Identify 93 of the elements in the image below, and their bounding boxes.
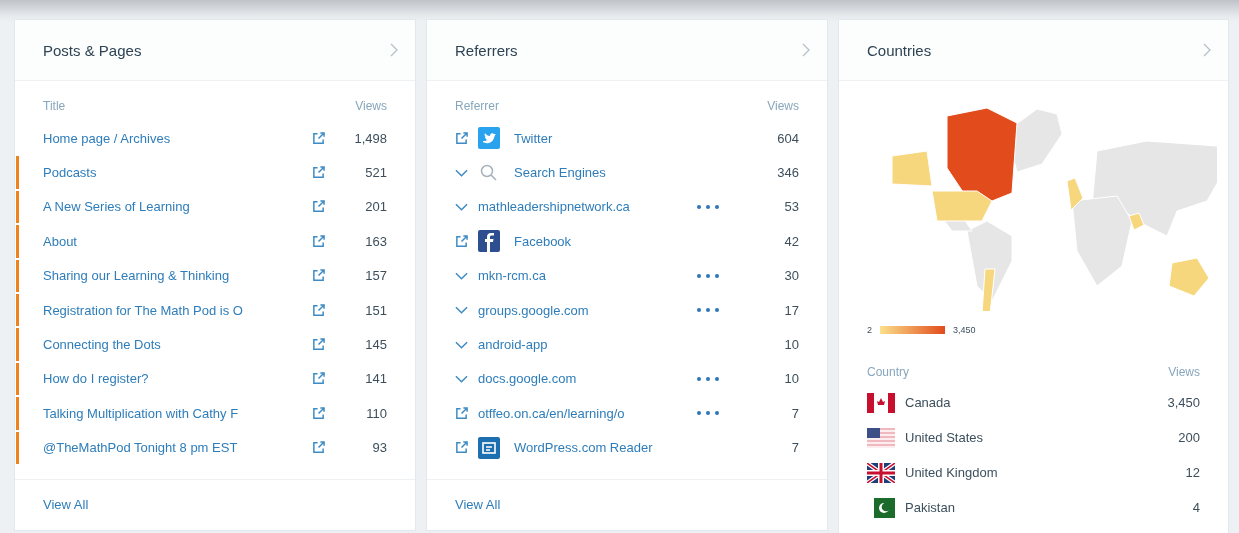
bird-logo-icon	[478, 127, 500, 150]
external-link-icon[interactable]	[312, 406, 325, 420]
card-title: Posts & Pages	[43, 41, 142, 59]
view-count: 346	[776, 165, 799, 181]
view-count: 604	[776, 130, 799, 146]
post-link[interactable]: Connecting the Dots	[43, 337, 302, 353]
view-count: 7	[790, 405, 799, 421]
post-link[interactable]: Registration for The Math Pod is O	[43, 302, 302, 318]
referrer-link[interactable]: groups.google.com	[478, 302, 589, 318]
post-link[interactable]: Podcasts	[43, 165, 302, 181]
legend-max: 3,450	[953, 325, 976, 335]
country-name: United States	[905, 430, 984, 445]
view-count: 30	[783, 268, 799, 284]
view-count: 12	[1184, 465, 1200, 480]
legend-min: 2	[867, 325, 872, 335]
view-all-link[interactable]: View All	[455, 497, 501, 513]
chevron-down-icon[interactable]	[455, 374, 468, 383]
view-count: 163	[364, 233, 387, 249]
external-link-icon[interactable]	[312, 200, 325, 214]
chevron-down-icon[interactable]	[455, 168, 468, 177]
external-link-icon[interactable]	[312, 269, 325, 283]
view-count: 521	[364, 165, 387, 181]
view-count: 10	[783, 371, 799, 387]
referrer-link[interactable]: otffeo.on.ca/en/learning/o	[478, 405, 625, 421]
column-header: Referrer	[455, 99, 499, 113]
post-link[interactable]: How do I register?	[43, 371, 302, 387]
referrer-link[interactable]: Twitter	[514, 130, 553, 146]
country-name: United Kingdom	[905, 465, 998, 480]
column-header: Views	[767, 99, 799, 113]
flag-icon	[867, 392, 895, 413]
external-link-icon[interactable]	[312, 234, 325, 248]
column-header: Views	[1168, 365, 1200, 379]
reader-logo-icon	[478, 436, 500, 459]
post-link[interactable]: A New Series of Learning	[43, 199, 302, 215]
view-count: 3,450	[1166, 395, 1200, 410]
card-title: Countries	[867, 41, 932, 59]
post-link[interactable]: Talking Multiplication with Cathy F	[43, 405, 302, 421]
chevron-down-icon[interactable]	[455, 340, 468, 349]
external-link-icon[interactable]	[312, 338, 325, 352]
flag-icon	[867, 427, 895, 448]
external-link-icon[interactable]	[455, 441, 468, 455]
more-icon[interactable]	[697, 411, 719, 416]
more-icon[interactable]	[697, 273, 719, 278]
view-count: 145	[364, 337, 387, 353]
view-count: 10	[783, 337, 799, 353]
view-count: 7	[790, 440, 799, 456]
column-header: Views	[355, 99, 387, 113]
external-link-icon[interactable]	[312, 303, 325, 317]
post-link[interactable]: Sharing our Learning & Thinking	[43, 268, 302, 284]
referrer-link[interactable]: Facebook	[514, 233, 572, 249]
chevron-down-icon[interactable]	[455, 271, 468, 280]
external-link-icon[interactable]	[455, 234, 468, 248]
chevron-down-icon[interactable]	[455, 306, 468, 315]
flag-icon	[867, 462, 895, 483]
external-link-icon[interactable]	[312, 131, 325, 145]
view-count: 4	[1191, 500, 1200, 515]
referrer-link[interactable]: WordPress.com Reader	[514, 440, 653, 456]
view-count: 201	[364, 199, 387, 215]
referrer-link[interactable]: docs.google.com	[478, 371, 577, 387]
external-link-icon[interactable]	[455, 406, 468, 420]
column-header: Country	[867, 365, 910, 379]
view-count: 53	[783, 199, 799, 215]
external-link-icon[interactable]	[312, 166, 325, 180]
post-link[interactable]: Home page / Archives	[43, 130, 302, 146]
referrer-link[interactable]: mkn-rcm.ca	[478, 268, 546, 284]
external-link-icon[interactable]	[312, 372, 325, 386]
view-count: 110	[365, 405, 387, 421]
view-count: 200	[1177, 430, 1200, 445]
view-count: 141	[364, 371, 387, 387]
external-link-icon[interactable]	[312, 441, 325, 455]
view-count: 151	[364, 302, 387, 318]
more-icon[interactable]	[697, 204, 719, 209]
external-link-icon[interactable]	[455, 131, 468, 145]
view-count: 42	[783, 233, 799, 249]
view-count: 93	[371, 440, 387, 456]
country-name: Pakistan	[905, 500, 955, 515]
referrer-link[interactable]: android-app	[478, 337, 548, 353]
post-link[interactable]: About	[43, 233, 302, 249]
card-title: Referrers	[455, 41, 518, 59]
referrer-link[interactable]: mathleadershipnetwork.ca	[478, 199, 630, 215]
column-header: Title	[43, 99, 66, 113]
letter-f-logo-icon	[478, 230, 500, 253]
post-link[interactable]: @TheMathPod Tonight 8 pm EST	[43, 440, 302, 456]
chevron-down-icon[interactable]	[455, 202, 468, 211]
view-count: 1,498	[353, 130, 387, 146]
more-icon[interactable]	[697, 308, 719, 313]
view-count: 157	[364, 268, 387, 284]
referrer-link[interactable]: Search Engines	[514, 165, 606, 181]
more-icon[interactable]	[697, 376, 719, 381]
view-all-link[interactable]: View All	[43, 497, 89, 513]
view-count: 17	[783, 302, 799, 318]
country-name: Canada	[905, 395, 951, 410]
color-scale-bar	[880, 326, 945, 334]
